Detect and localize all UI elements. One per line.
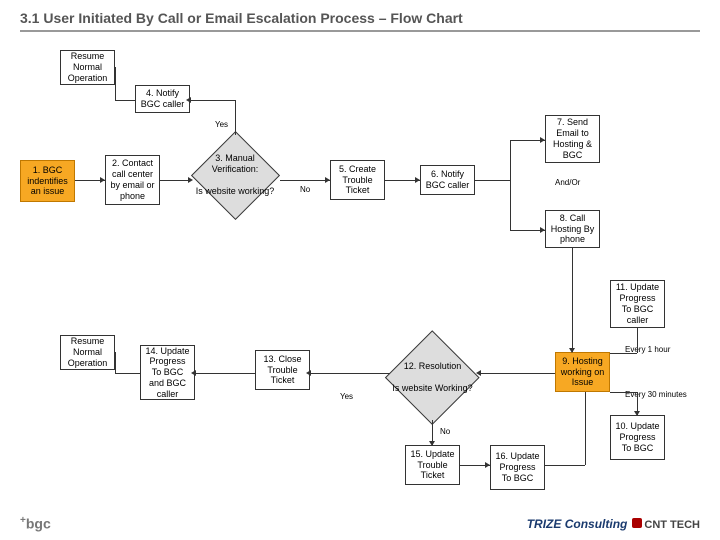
logo-cnt: CNT TECH: [644, 519, 700, 531]
arrow: [160, 180, 190, 181]
arrow: [475, 180, 510, 181]
arrow: [115, 67, 116, 100]
step-13: 13. Close Trouble Ticket: [255, 350, 310, 390]
arrowhead-icon: [186, 97, 191, 103]
label-no-2: No: [440, 427, 450, 436]
label-no-1: No: [300, 185, 310, 194]
arrowhead-icon: [634, 411, 640, 416]
step-10: 10. Update Progress To BGC: [610, 415, 665, 460]
arrowhead-icon: [485, 462, 490, 468]
label-yes-2: Yes: [340, 392, 353, 401]
page-title: 3.1 User Initiated By Call or Email Esca…: [20, 10, 700, 32]
label-andor: And/Or: [555, 178, 580, 187]
step-6: 6. Notify BGC caller: [420, 165, 475, 195]
arrow: [637, 328, 638, 353]
arrowhead-icon: [415, 177, 420, 183]
decision-3-q: Is website working?: [196, 186, 275, 196]
step-7: 7. Send Email to Hosting & BGC: [545, 115, 600, 163]
step-4: 4. Notify BGC caller: [135, 85, 190, 113]
arrow: [115, 352, 116, 373]
step-14: 14. Update Progress To BGC and BGC calle…: [140, 345, 195, 400]
footer: +bgc TRIZE Consulting CNT TECH: [20, 515, 700, 532]
arrowhead-icon: [569, 348, 575, 353]
step-8: 8. Call Hosting By phone: [545, 210, 600, 248]
label-yes-1: Yes: [215, 120, 228, 129]
step-16: 16. Update Progress To BGC: [490, 445, 545, 490]
decision-12: 12. Resolution Is website Working?: [385, 330, 480, 425]
logo-bgc: +bgc: [20, 515, 51, 532]
step-5: 5. Create Trouble Ticket: [330, 160, 385, 200]
arrow: [115, 100, 135, 101]
arrowhead-icon: [306, 370, 311, 376]
arrow: [195, 373, 255, 374]
arrow: [480, 373, 555, 374]
step-11: 11. Update Progress To BGC caller: [610, 280, 665, 328]
decision-12-title: 12. Resolution: [404, 361, 462, 371]
resume-normal-2: Resume Normal Operation: [60, 335, 115, 370]
footer-right: TRIZE Consulting CNT TECH: [527, 517, 700, 531]
step-9: 9. Hosting working on Issue: [555, 352, 610, 392]
arrow: [190, 100, 235, 101]
arrow: [235, 100, 236, 135]
arrow: [572, 248, 573, 352]
arrow: [585, 392, 586, 465]
resume-normal-1: Resume Normal Operation: [60, 50, 115, 85]
step-15: 15. Update Trouble Ticket: [405, 445, 460, 485]
arrow: [115, 67, 116, 68]
logo-trize: TRIZE Consulting: [527, 517, 628, 531]
arrow: [310, 373, 390, 374]
arrow: [280, 180, 330, 181]
arrow: [545, 465, 585, 466]
decision-3: 3. Manual Verification: Is website workin…: [190, 130, 280, 220]
arrowhead-icon: [540, 227, 545, 233]
arrowhead-icon: [476, 370, 481, 376]
arrow: [610, 392, 637, 393]
arrow: [610, 353, 637, 354]
arrow: [510, 140, 511, 230]
arrowhead-icon: [191, 370, 196, 376]
decision-3-title: 3. Manual Verification:: [212, 153, 259, 174]
arrowhead-icon: [540, 137, 545, 143]
arrowhead-icon: [100, 177, 105, 183]
arrow: [115, 373, 140, 374]
step-1: 1. BGC indentifies an issue: [20, 160, 75, 202]
decision-12-q: Is website Working?: [392, 383, 472, 393]
cnt-icon: [632, 518, 642, 528]
arrowhead-icon: [325, 177, 330, 183]
arrowhead-icon: [429, 441, 435, 446]
step-2: 2. Contact call center by email or phone: [105, 155, 160, 205]
